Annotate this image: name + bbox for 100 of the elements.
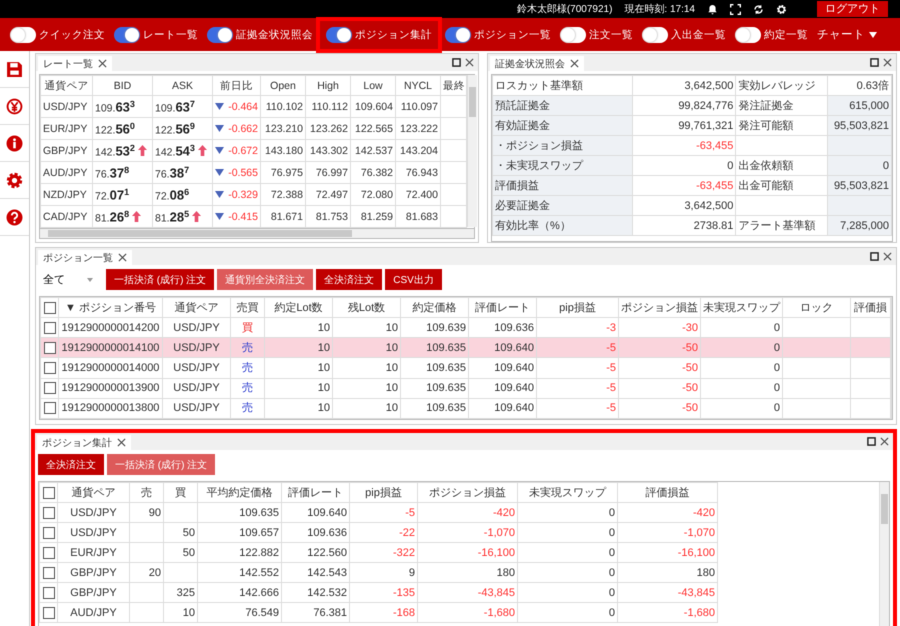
column-header[interactable]: 通貨ペア	[58, 482, 130, 502]
table-cell: 81.753	[306, 206, 350, 228]
table-cell: 10	[332, 358, 400, 378]
table-cell: 売	[230, 358, 264, 378]
table-cell: 0	[518, 602, 618, 622]
column-header[interactable]: 売買	[230, 298, 264, 318]
table-row[interactable]: 1912900000014100 USD/JPY 売 10 10 109.635 109.640 -5 -50 0	[40, 338, 890, 358]
table-cell: USD/JPY	[58, 502, 130, 522]
column-header[interactable]: pip損益	[536, 298, 618, 318]
table-cell: -50	[618, 358, 700, 378]
panel-toggle[interactable]: ポジション集計	[324, 24, 434, 44]
panel-toggle[interactable]: 約定一覧	[733, 24, 810, 44]
chart-menu[interactable]: チャート	[815, 27, 879, 42]
table-cell: GBP/JPY	[40, 140, 92, 162]
column-header[interactable]: 未実現スワップ	[700, 298, 782, 318]
table-cell: 122.565	[350, 118, 396, 140]
column-header[interactable]: 約定価格	[400, 298, 468, 318]
table-cell: 0	[700, 358, 782, 378]
column-header[interactable]: 買	[164, 482, 198, 502]
column-header[interactable]: ▼ ポジション番号	[58, 298, 162, 318]
field-value: 95,503,821	[828, 116, 892, 136]
panel-tab[interactable]: ポジション集計	[37, 435, 131, 450]
column-header[interactable]: 評価レート	[282, 482, 350, 502]
table-cell: 81.671	[260, 206, 306, 228]
table-cell: 109.635	[400, 378, 468, 398]
table-cell: -420	[418, 502, 518, 522]
column-header[interactable]: NYCL	[396, 76, 440, 96]
table-cell: 142.666	[198, 582, 282, 602]
table-cell: USD/JPY	[40, 96, 92, 118]
table-row[interactable]: 1912900000013900 USD/JPY 売 10 10 109.635 109.640 -5 -50 0	[40, 378, 890, 398]
action-button[interactable]: 一括決済 (成行) 注文	[106, 269, 214, 290]
table-cell: GBP/JPY	[58, 562, 130, 582]
table-cell: 0	[700, 378, 782, 398]
table-cell: USD/JPY	[162, 338, 230, 358]
table-cell: 72.497	[306, 184, 350, 206]
column-header[interactable]: Low	[350, 76, 396, 96]
panel-tab[interactable]: レート一覧	[38, 56, 112, 71]
field-value: 99,824,776	[632, 96, 736, 116]
column-header[interactable]: BID	[92, 76, 152, 96]
column-header[interactable]: pip損益	[350, 482, 418, 502]
table-row[interactable]: 1912900000013800 USD/JPY 売 10 10 109.635 109.640 -5 -50 0	[40, 398, 890, 418]
action-button[interactable]: 全決済注文	[316, 269, 382, 290]
price-text: 76.38$^{7}$	[155, 164, 190, 182]
column-header[interactable]: 評価レート	[468, 298, 536, 318]
field-label: 有効比率（%）	[492, 216, 632, 236]
field-label: 有効証拠金	[492, 116, 632, 136]
table-cell: 10	[332, 398, 400, 418]
column-header[interactable]: ポジション損益	[618, 298, 700, 318]
table-cell: 72.080	[350, 184, 396, 206]
table-cell: USD/JPY	[58, 522, 130, 542]
price-text: 72.08$^{6}$	[155, 186, 190, 204]
table-cell: 81.683	[396, 206, 440, 228]
table-cell: 72.388	[260, 184, 306, 206]
column-header[interactable]: 残Lot数	[332, 298, 400, 318]
column-header[interactable]: 前日比	[212, 76, 260, 96]
table-cell: 122.560	[282, 542, 350, 562]
panel-toggle[interactable]: 証拠金状況照会	[205, 24, 315, 44]
column-header[interactable]: 通貨ペア	[40, 76, 92, 96]
panel-tab[interactable]: ポジション一覧	[38, 250, 132, 265]
column-header[interactable]: Open	[260, 76, 306, 96]
panel-toggle[interactable]: 注文一覧	[558, 24, 635, 44]
column-header[interactable]: 未実現スワップ	[518, 482, 618, 502]
table-cell: 0	[518, 522, 618, 542]
column-header[interactable]: 約定Lot数	[264, 298, 332, 318]
action-button[interactable]: CSV出力	[385, 269, 442, 290]
panel-toggle[interactable]: ポジション一覧	[443, 24, 553, 44]
table-cell: AUD/JPY	[40, 162, 92, 184]
column-header[interactable]: High	[306, 76, 350, 96]
logout-button[interactable]: ログアウト	[817, 1, 888, 17]
column-header[interactable]: 通貨ペア	[162, 298, 230, 318]
change-text: -0.662	[228, 122, 258, 136]
table-row[interactable]: 1912900000014000 USD/JPY 売 10 10 109.635 109.640 -5 -50 0	[40, 358, 890, 378]
column-header[interactable]: 評価損	[850, 298, 890, 318]
table-cell: 72.400	[396, 184, 440, 206]
field-value: 2738.81	[632, 216, 736, 236]
column-header[interactable]: 評価損益	[618, 482, 718, 502]
table-cell: 0	[518, 582, 618, 602]
column-header[interactable]: ロック	[782, 298, 850, 318]
panel-toggle[interactable]: 入出金一覧	[640, 24, 728, 44]
table-cell: 142.552	[198, 562, 282, 582]
column-header[interactable]: 売	[130, 482, 164, 502]
panel-tab[interactable]: 証拠金状況照会	[490, 56, 584, 71]
table-cell: 1912900000013900	[58, 378, 162, 398]
table-cell: -5	[350, 502, 418, 522]
table-cell: 109.604	[350, 96, 396, 118]
table-cell: CAD/JPY	[40, 206, 92, 228]
panel-toggle[interactable]: レート一覧	[112, 24, 200, 44]
price-text: 81.28$^{5}$	[155, 208, 190, 226]
table-cell: 123.210	[260, 118, 306, 140]
table-cell: -43,845	[618, 582, 718, 602]
price-text: 109.63$^{3}$	[95, 98, 135, 116]
column-header[interactable]: 最終	[440, 76, 466, 96]
action-button[interactable]: 全決済注文	[38, 454, 104, 475]
column-header[interactable]: ASK	[152, 76, 212, 96]
column-header[interactable]: 平均約定価格	[198, 482, 282, 502]
column-header[interactable]: ポジション損益	[418, 482, 518, 502]
table-cell: 10	[264, 398, 332, 418]
table-cell: -168	[350, 602, 418, 622]
table-cell: -5	[536, 378, 618, 398]
panel-toggle[interactable]: クイック注文	[8, 24, 107, 44]
